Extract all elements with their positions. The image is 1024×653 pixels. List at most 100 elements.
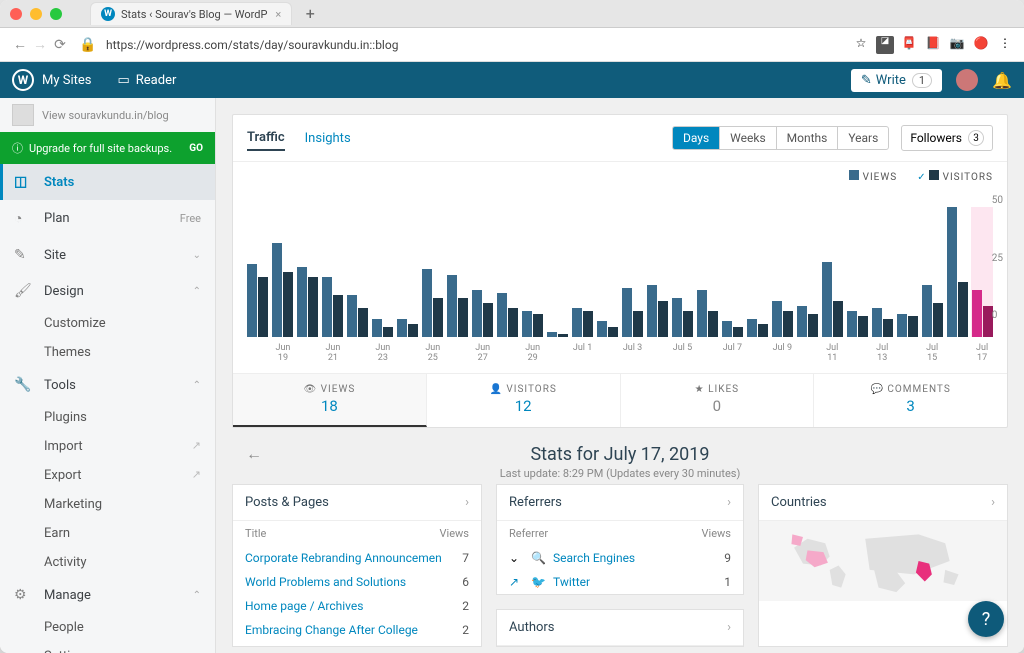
sidebar-sub-people[interactable]: People [0,613,215,642]
sidebar-sub-activity[interactable]: Activity [0,548,215,577]
bar-Jun-21[interactable] [322,207,344,337]
bar-Jun-27[interactable] [472,207,494,337]
sidebar-sub-export[interactable]: Export↗ [0,461,215,490]
my-sites-link[interactable]: My Sites [42,73,91,88]
help-button[interactable]: ? [968,601,1004,637]
sidebar-sub-customize[interactable]: Customize [0,309,215,338]
bar-Jul-11[interactable] [821,207,843,337]
site-switcher[interactable]: View souravkundu.in/blog [0,98,215,132]
sidebar-item-plan[interactable]: ◔ Plan Free [0,200,215,237]
bar-Jun-22[interactable] [347,207,369,337]
url-text[interactable]: https://wordpress.com/stats/day/souravku… [106,38,846,52]
bar-Jun-26[interactable] [447,207,469,337]
avatar[interactable] [956,69,978,91]
post-row[interactable]: Home page / Archives2 [233,594,481,618]
post-row[interactable]: Corporate Rebranding Announcemen7 [233,546,481,570]
bar-Jul-6[interactable] [696,207,718,337]
reload-icon[interactable]: ⟳ [50,37,70,53]
legend-views[interactable]: VIEWS [849,170,898,183]
bar-Jul-16[interactable] [946,207,968,337]
sidebar-sub-earn[interactable]: Earn [0,519,215,548]
bar-Jun-18[interactable] [247,207,269,337]
sidebar-item-site[interactable]: ✎ Site ⌄ [0,237,215,273]
forward-icon[interactable]: → [30,36,50,53]
followers-button[interactable]: Followers 3 [901,125,993,151]
bar-Jul-14[interactable] [896,207,918,337]
notifications-icon[interactable]: 🔔 [992,71,1012,90]
back-icon[interactable]: ← [10,36,30,53]
bar-Jun-29[interactable] [522,207,544,337]
period-months[interactable]: Months [777,127,839,149]
referrer-row[interactable]: ↗🐦Twitter1 [497,570,743,594]
bar-Jul-7[interactable] [721,207,743,337]
chevron-down-icon[interactable]: ⌄ [509,551,525,565]
bar-Jun-28[interactable] [497,207,519,337]
sidebar-item-tools[interactable]: 🔧 Tools ⌃ [0,367,215,403]
bar-Jul-10[interactable] [796,207,818,337]
bar-Jul-3[interactable] [622,207,644,337]
bar-Jul-1[interactable] [572,207,594,337]
bar-Jun-20[interactable] [297,207,319,337]
sidebar-item-design[interactable]: 🖌 Design ⌃ [0,273,215,309]
bar-Jun-30[interactable] [547,207,569,337]
write-button[interactable]: ✎ Write 1 [851,69,942,92]
period-years[interactable]: Years [838,127,888,149]
world-map[interactable] [759,521,1007,601]
close-window-button[interactable] [10,8,22,20]
ext2-icon[interactable]: 📮 [900,36,918,54]
post-row[interactable]: World Problems and Solutions6 [233,570,481,594]
bar-Jul-13[interactable] [871,207,893,337]
posts-pages-header[interactable]: Posts & Pages› [233,485,481,521]
sidebar-item-manage[interactable]: ⚙ Manage ⌃ [0,577,215,613]
stat-views[interactable]: 👁 VIEWS 18 [233,374,427,427]
reader-link[interactable]: ▭Reader [117,73,176,88]
bar-Jul-17[interactable] [971,207,993,337]
countries-header[interactable]: Countries› [759,485,1007,521]
authors-header[interactable]: Authors› [497,610,743,646]
tab-traffic[interactable]: Traffic [247,126,285,151]
new-tab-button[interactable]: + [300,4,320,24]
bar-Jul-4[interactable] [647,207,669,337]
sidebar-item-stats[interactable]: ◫ Stats [0,164,215,200]
period-weeks[interactable]: Weeks [720,127,776,149]
minimize-window-button[interactable] [30,8,42,20]
wordpress-logo-icon[interactable]: W [12,69,34,91]
sidebar-sub-settings[interactable]: Settings [0,642,215,653]
sidebar-sub-plugins[interactable]: Plugins [0,403,215,432]
bar-Jul-8[interactable] [746,207,768,337]
sidebar-sub-import[interactable]: Import↗ [0,432,215,461]
browser-tab[interactable]: W Stats ‹ Sourav's Blog — WordP × [90,2,292,25]
bar-Jun-19[interactable] [272,207,294,337]
legend-visitors[interactable]: ✓VISITORS [917,170,993,183]
close-tab-icon[interactable]: × [275,8,281,21]
bar-Jul-5[interactable] [671,207,693,337]
stat-likes[interactable]: ★ LIKES 0 [621,374,815,427]
ext4-icon[interactable]: 📷 [948,36,966,54]
bar-Jun-24[interactable] [397,207,419,337]
referrers-header[interactable]: Referrers› [497,485,743,521]
bar-Jul-12[interactable] [846,207,868,337]
post-row[interactable]: Embracing Change After College2 [233,618,481,642]
stat-visitors[interactable]: 👤 VISITORS 12 [427,374,621,427]
star-icon[interactable]: ☆ [852,36,870,54]
stat-comments[interactable]: 💬 COMMENTS 3 [814,374,1007,427]
ext1-icon[interactable]: ◪ [876,36,894,54]
referrer-row[interactable]: ⌄🔍Search Engines9 [497,546,743,570]
sidebar-sub-marketing[interactable]: Marketing [0,490,215,519]
prev-day-button[interactable]: ← [246,444,262,464]
bar-Jun-25[interactable] [422,207,444,337]
bar-Jul-2[interactable] [597,207,619,337]
ext3-icon[interactable]: 📕 [924,36,942,54]
menu-icon[interactable]: ⋮ [996,36,1014,54]
upgrade-banner[interactable]: ⓘUpgrade for full site backups. GO [0,132,215,164]
bar-Jun-23[interactable] [372,207,394,337]
tab-insights[interactable]: Insights [305,127,351,150]
upgrade-go: GO [189,143,203,154]
sidebar-sub-themes[interactable]: Themes [0,338,215,367]
bar-Jul-15[interactable] [921,207,943,337]
maximize-window-button[interactable] [50,8,62,20]
profile-icon[interactable]: 🔴 [972,36,990,54]
bar-Jul-9[interactable] [771,207,793,337]
bar-chart[interactable] [233,191,1007,341]
period-days[interactable]: Days [673,127,720,149]
